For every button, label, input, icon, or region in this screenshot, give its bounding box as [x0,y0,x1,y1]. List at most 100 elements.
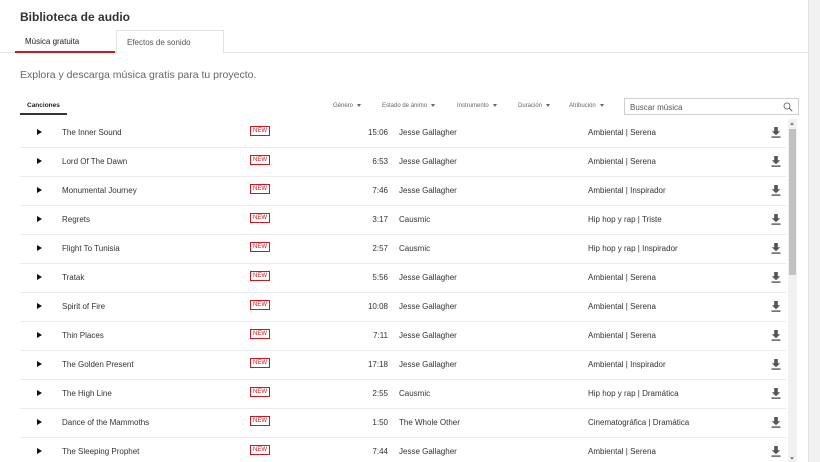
search-icon[interactable] [783,102,793,112]
play-icon[interactable] [37,332,42,338]
track-row: Thin Places NEW 7:11 Jesse Gallagher Amb… [20,322,786,351]
caret-down-icon [431,103,436,107]
track-row: The Sleeping Prophet NEW 7:44 Jesse Gall… [20,438,786,462]
new-badge: NEW [250,271,270,281]
track-artist[interactable]: Causmic [399,389,430,398]
download-icon[interactable] [771,330,781,341]
filter-bar: Canciones Género Estado de ánimo Instrum… [20,98,800,118]
scrollbar-thumb[interactable] [789,129,796,275]
track-artist[interactable]: Jesse Gallagher [399,360,457,369]
track-list: The Inner Sound NEW 15:06 Jesse Gallaghe… [20,119,786,462]
track-title: The Sleeping Prophet [62,447,140,456]
new-badge: NEW [250,184,270,194]
download-icon[interactable] [771,127,781,138]
page-subtitle: Explora y descarga música gratis para tu… [20,69,257,81]
track-artist[interactable]: Causmic [399,215,430,224]
play-icon[interactable] [37,187,42,193]
track-genre-mood: Ambiental | Serena [588,128,656,137]
play-icon[interactable] [37,216,42,222]
track-row: Monumental Journey NEW 7:46 Jesse Gallag… [20,177,786,206]
track-duration: 2:57 [372,244,388,253]
download-icon[interactable] [771,185,781,196]
track-title: Flight To Tunisia [62,244,120,253]
mood-filter-label: Estado de ánimo [382,103,428,109]
download-icon[interactable] [771,417,781,428]
track-duration: 5:56 [372,273,388,282]
new-badge: NEW [250,358,270,368]
download-icon[interactable] [771,446,781,457]
download-icon[interactable] [771,272,781,283]
duration-filter[interactable]: Duración [518,103,551,109]
track-duration: 7:44 [372,447,388,456]
caret-down-icon [546,103,551,107]
track-duration: 17:18 [367,360,388,369]
download-icon[interactable] [771,243,781,254]
track-title: The Inner Sound [62,128,122,137]
track-genre-mood: Hip hop y rap | Triste [588,215,662,224]
track-duration: 3:17 [372,215,388,224]
track-title: Regrets [62,215,91,224]
new-badge: NEW [250,387,270,397]
track-row: The High Line NEW 2:55 Causmic Hip hop y… [20,380,786,409]
track-genre-mood: Ambiental | Serena [588,273,656,282]
duration-filter-label: Duración [518,103,543,109]
download-icon[interactable] [771,359,781,370]
search-input[interactable] [630,101,780,113]
download-icon[interactable] [771,156,781,167]
track-artist[interactable]: Jesse Gallagher [399,157,457,166]
track-genre-mood: Ambiental | Inspirador [588,360,666,369]
play-icon[interactable] [37,361,42,367]
track-artist[interactable]: Jesse Gallagher [399,186,457,195]
track-artist[interactable]: Causmic [399,244,430,253]
scroll-up-arrow-icon[interactable] [790,122,794,125]
play-icon[interactable] [37,274,42,280]
tab-sound-effects[interactable]: Efectos de sonido [116,30,224,53]
audio-library-panel: Biblioteca de audio Música gratuita Efec… [0,0,809,462]
scroll-down-arrow-icon[interactable] [790,457,794,460]
track-row: Dance of the Mammoths NEW 1:50 The Whole… [20,409,786,438]
track-title: Lord Of The Dawn [62,157,128,166]
track-artist[interactable]: Jesse Gallagher [399,128,457,137]
track-row: Lord Of The Dawn NEW 6:53 Jesse Gallaghe… [20,148,786,177]
track-genre-mood: Ambiental | Serena [588,157,656,166]
play-icon[interactable] [37,390,42,396]
caret-down-icon [357,103,362,107]
track-artist[interactable]: Jesse Gallagher [399,302,457,311]
track-artist[interactable]: The Whole Other [399,418,460,427]
download-icon[interactable] [771,388,781,399]
new-badge: NEW [250,155,270,165]
track-title: Thin Places [62,331,104,340]
play-icon[interactable] [37,303,42,309]
play-icon[interactable] [37,448,42,454]
tab-songs[interactable]: Canciones [20,98,67,115]
tab-free-music[interactable]: Música gratuita [15,30,115,53]
genre-filter[interactable]: Género [333,103,362,109]
caret-down-icon [599,103,604,107]
track-row: Spirit of Fire NEW 10:08 Jesse Gallagher… [20,293,786,322]
track-genre-mood: Ambiental | Serena [588,331,656,340]
track-artist[interactable]: Jesse Gallagher [399,273,457,282]
attribution-filter[interactable]: Atribución [569,103,604,109]
caret-down-icon [492,103,497,107]
instrument-filter-label: Instrumento [457,103,489,109]
mood-filter[interactable]: Estado de ánimo [382,103,436,109]
play-icon[interactable] [37,158,42,164]
download-icon[interactable] [771,301,781,312]
track-artist[interactable]: Jesse Gallagher [399,447,457,456]
download-icon[interactable] [771,214,781,225]
play-icon[interactable] [37,129,42,135]
track-row: The Inner Sound NEW 15:06 Jesse Gallaghe… [20,119,786,148]
new-badge: NEW [250,445,270,455]
play-icon[interactable] [37,419,42,425]
genre-filter-label: Género [333,103,354,109]
instrument-filter[interactable]: Instrumento [457,103,497,109]
new-badge: NEW [250,242,270,252]
track-duration: 10:08 [367,302,388,311]
page-title: Biblioteca de audio [20,10,131,24]
track-artist[interactable]: Jesse Gallagher [399,331,457,340]
track-duration: 15:06 [367,128,388,137]
play-icon[interactable] [37,245,42,251]
attribution-filter-label: Atribución [569,103,596,109]
track-genre-mood: Ambiental | Inspirador [588,186,666,195]
scrollbar[interactable] [788,119,797,462]
